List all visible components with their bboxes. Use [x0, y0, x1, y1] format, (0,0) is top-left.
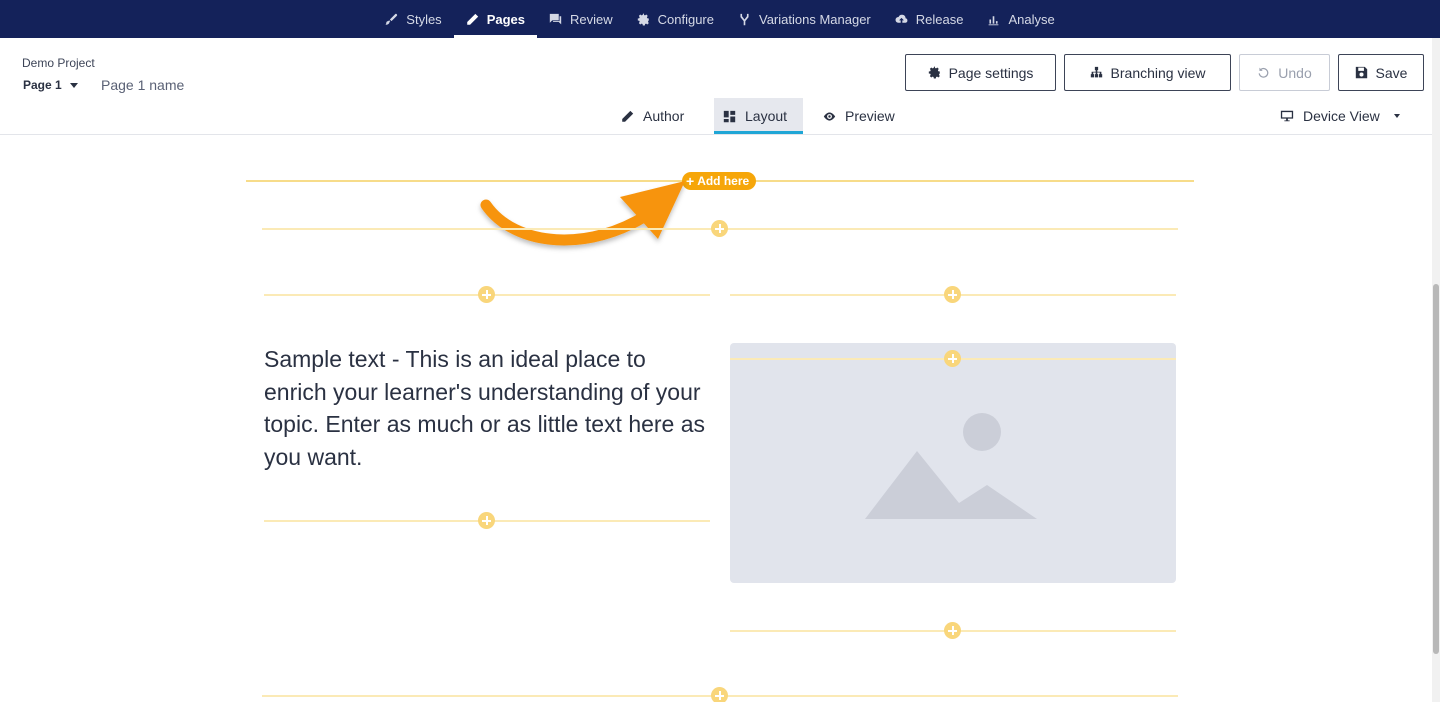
device-view-dropdown[interactable]: Device View — [1280, 98, 1400, 134]
tab-author-label: Author — [643, 108, 685, 124]
image-placeholder[interactable] — [730, 343, 1176, 583]
brush-icon — [385, 13, 398, 25]
nav-variations-manager[interactable]: Variations Manager — [726, 0, 883, 38]
gear-icon — [928, 66, 940, 79]
sitemap-icon — [1090, 66, 1102, 78]
page-header: Demo Project Page 1 Page 1 name Page set… — [0, 38, 1440, 135]
nav-pages[interactable]: Pages — [453, 0, 538, 38]
save-label: Save — [1375, 64, 1408, 81]
chevron-down-icon — [69, 82, 78, 88]
device-view-label: Device View — [1303, 108, 1380, 124]
pencil-icon — [622, 110, 634, 122]
add-row-plus-icon[interactable] — [711, 220, 728, 237]
undo-icon — [1258, 67, 1269, 78]
pencil-icon — [466, 13, 478, 25]
nav-review-label: Review — [570, 11, 613, 27]
project-name: Demo Project — [22, 56, 95, 70]
add-image-top-plus-icon[interactable] — [944, 350, 961, 367]
nav-variations-manager-label: Variations Manager — [759, 11, 871, 27]
floppy-disk-icon — [1355, 66, 1367, 79]
add-right-top-plus-icon[interactable] — [944, 286, 961, 303]
branching-view-button[interactable]: Branching view — [1064, 54, 1231, 91]
cloud-upload-icon — [895, 14, 908, 23]
tab-layout-label: Layout — [745, 108, 788, 124]
fork-icon — [740, 13, 749, 25]
undo-label: Undo — [1278, 64, 1312, 81]
nav-analyse-label: Analyse — [1008, 11, 1055, 27]
nav-styles[interactable]: Styles — [373, 0, 453, 38]
grid-icon — [723, 110, 736, 122]
tab-preview-label: Preview — [845, 108, 895, 124]
chevron-down-icon — [1393, 114, 1400, 118]
nav-analyse[interactable]: Analyse — [975, 0, 1066, 38]
nav-configure-label: Configure — [657, 11, 714, 27]
gear-icon — [637, 12, 649, 26]
eye-icon — [823, 111, 836, 121]
add-bottom-row-plus-icon[interactable] — [711, 687, 728, 702]
image-landscape-icon — [865, 413, 1037, 519]
tab-layout[interactable]: Layout — [714, 98, 803, 134]
add-left-bottom-plus-icon[interactable] — [478, 512, 495, 529]
branching-view-label: Branching view — [1110, 64, 1206, 81]
monitor-icon — [1280, 110, 1294, 122]
undo-button[interactable]: Undo — [1239, 54, 1330, 91]
nav-release-label: Release — [915, 11, 964, 27]
bar-chart-icon — [989, 15, 999, 25]
add-here-label: Add here — [697, 174, 750, 188]
page-name-field[interactable]: Page 1 name — [101, 77, 184, 93]
add-right-bottom-plus-icon[interactable] — [944, 622, 961, 639]
scrollbar-thumb[interactable] — [1433, 284, 1439, 654]
tab-author[interactable]: Author — [612, 98, 693, 134]
tab-preview[interactable]: Preview — [814, 98, 904, 134]
save-button[interactable]: Save — [1338, 54, 1424, 91]
orange-arrow-annotation — [480, 181, 685, 246]
page-selector-label: Page 1 — [23, 78, 62, 92]
nav-release[interactable]: Release — [883, 0, 976, 38]
nav-review[interactable]: Review — [537, 0, 625, 38]
page-settings-label: Page settings — [948, 64, 1034, 81]
page-settings-button[interactable]: Page settings — [905, 54, 1056, 91]
vertical-scrollbar[interactable] — [1432, 38, 1440, 702]
nav-styles-label: Styles — [406, 11, 442, 27]
top-navigation: Styles Pages Review Configure Variations… — [0, 0, 1440, 38]
nav-pages-label: Pages — [486, 11, 525, 27]
nav-configure[interactable]: Configure — [625, 0, 726, 38]
page-selector[interactable]: Page 1 — [23, 78, 78, 92]
add-left-top-plus-icon[interactable] — [478, 286, 495, 303]
chat-icon — [549, 13, 562, 24]
sample-text-block[interactable]: Sample text - This is an ideal place to … — [264, 343, 714, 473]
